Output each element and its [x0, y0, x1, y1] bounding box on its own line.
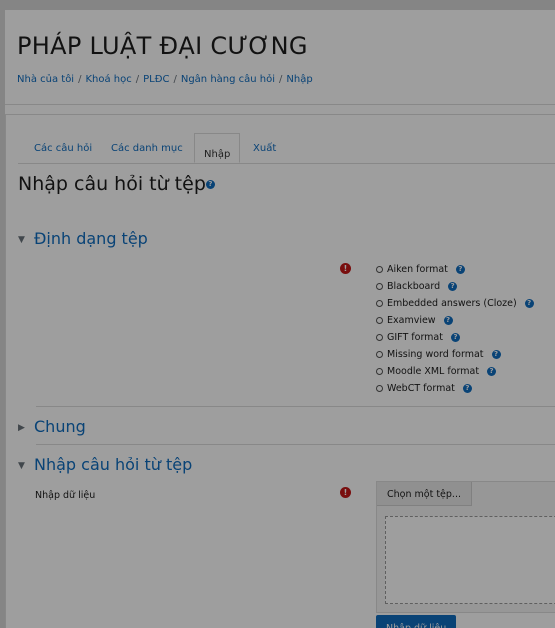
section-import-title: Nhập câu hỏi từ tệp: [34, 455, 193, 474]
section-import-header[interactable]: ▼ Nhập câu hỏi từ tệp: [18, 455, 192, 474]
breadcrumb-separator: /: [279, 74, 283, 85]
format-option-label: Moodle XML format: [387, 366, 480, 377]
section-file-format-title: Định dạng tệp: [34, 229, 148, 248]
caret-down-icon: ▼: [18, 460, 25, 471]
import-submit-button[interactable]: Nhập dữ liệu: [376, 615, 457, 628]
radio-button[interactable]: [376, 385, 383, 392]
section-divider: [36, 406, 555, 407]
section-divider: [36, 444, 555, 445]
format-option[interactable]: Embedded answers (Cloze)?: [376, 295, 534, 312]
format-option[interactable]: Blackboard?: [376, 278, 534, 295]
format-radio-group: Aiken format? Blackboard? Embedded answe…: [376, 261, 534, 397]
main-content: Các câu hỏi Các danh mục Nhập Xuất Nhập …: [5, 114, 555, 628]
radio-button[interactable]: [376, 351, 383, 358]
radio-button[interactable]: [376, 266, 383, 273]
format-option-label: WebCT format: [387, 383, 455, 394]
format-option[interactable]: Moodle XML format?: [376, 363, 534, 380]
format-option[interactable]: Examview?: [376, 312, 534, 329]
page: PHÁP LUẬT ĐẠI CƯƠNG Nhà của tôi / Khoá học…: [5, 10, 555, 628]
breadcrumb-question-bank[interactable]: Ngân hàng câu hỏi: [181, 74, 275, 85]
file-picker: Chọn một tệp...: [376, 481, 555, 613]
breadcrumb-separator: /: [173, 74, 177, 85]
tab-categories[interactable]: Các danh mục: [111, 143, 183, 154]
radio-button[interactable]: [376, 317, 383, 324]
breadcrumb-current[interactable]: Nhập: [286, 74, 312, 85]
tab-bar: Các câu hỏi Các danh mục Nhập Xuất: [18, 133, 555, 164]
page-heading-text: Nhập câu hỏi từ tệp: [18, 173, 206, 195]
format-option-label: Blackboard: [387, 281, 441, 292]
exclamation-circle-icon: !: [340, 263, 351, 274]
format-option-label: GIFT format: [387, 332, 443, 343]
tab-export[interactable]: Xuất: [253, 143, 276, 154]
radio-button[interactable]: [376, 283, 383, 290]
format-option-label: Examview: [387, 315, 436, 326]
import-file-label: Nhập dữ liệu: [35, 490, 96, 501]
breadcrumb-separator: /: [78, 74, 82, 85]
breadcrumb-course[interactable]: PLĐC: [143, 74, 169, 85]
format-option[interactable]: GIFT format?: [376, 329, 534, 346]
choose-file-button[interactable]: Chọn một tệp...: [377, 482, 472, 506]
format-option-label: Embedded answers (Cloze): [387, 298, 517, 309]
breadcrumb-courses[interactable]: Khoá học: [85, 74, 131, 85]
format-option[interactable]: Missing word format?: [376, 346, 534, 363]
exclamation-circle-icon: !: [340, 487, 351, 498]
format-option-label: Aiken format: [387, 264, 448, 275]
question-circle-icon[interactable]: ?: [448, 282, 458, 291]
radio-button[interactable]: [376, 334, 383, 341]
caret-right-icon: ▶: [18, 422, 25, 433]
question-circle-icon[interactable]: ?: [524, 299, 534, 308]
tab-import[interactable]: Nhập: [194, 133, 241, 163]
page-header: PHÁP LUẬT ĐẠI CƯƠNG Nhà của tôi / Khoá học…: [5, 10, 555, 105]
format-option[interactable]: Aiken format?: [376, 261, 534, 278]
course-title: PHÁP LUẬT ĐẠI CƯƠNG: [17, 32, 308, 60]
question-circle-icon[interactable]: ?: [455, 265, 465, 274]
caret-down-icon: ▼: [18, 234, 25, 245]
section-general-title: Chung: [34, 417, 86, 436]
radio-button[interactable]: [376, 368, 383, 375]
breadcrumb: Nhà của tôi / Khoá học / PLĐC / Ngân hàng câu …: [17, 74, 313, 85]
format-option-label: Missing word format: [387, 349, 484, 360]
page-heading: Nhập câu hỏi từ tệp?: [18, 173, 215, 195]
breadcrumb-separator: /: [135, 74, 140, 85]
radio-button[interactable]: [376, 300, 383, 307]
question-circle-icon[interactable]: ?: [205, 180, 215, 189]
question-circle-icon[interactable]: ?: [491, 350, 501, 359]
question-circle-icon[interactable]: ?: [462, 384, 472, 393]
format-option[interactable]: WebCT format?: [376, 380, 534, 397]
tab-questions[interactable]: Các câu hỏi: [34, 143, 92, 154]
breadcrumb-home[interactable]: Nhà của tôi: [17, 74, 74, 85]
question-circle-icon[interactable]: ?: [487, 367, 497, 376]
section-file-format-header[interactable]: ▼ Định dạng tệp: [18, 229, 148, 248]
file-dropzone[interactable]: [385, 516, 555, 604]
question-circle-icon[interactable]: ?: [443, 316, 453, 325]
section-general-header[interactable]: ▶ Chung: [18, 417, 86, 436]
question-circle-icon[interactable]: ?: [450, 333, 460, 342]
